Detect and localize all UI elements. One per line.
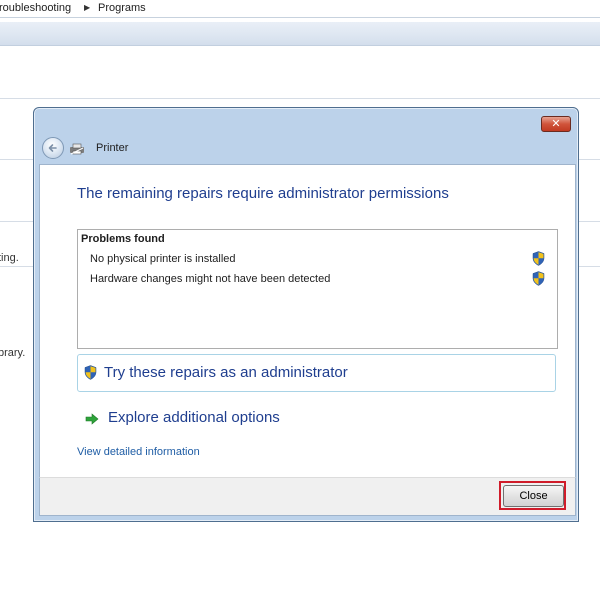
list-item: Hardware changes might not have been det… bbox=[90, 273, 331, 285]
back-button[interactable] bbox=[42, 137, 64, 159]
printer-troubleshooter-dialog: ✕ Printer The remaining repairs require … bbox=[33, 107, 579, 522]
printer-icon bbox=[70, 143, 84, 155]
list-item: No physical printer is installed bbox=[90, 253, 236, 265]
uac-shield-icon bbox=[84, 365, 97, 380]
uac-shield-icon bbox=[532, 271, 545, 286]
window-close-button[interactable]: ✕ bbox=[541, 116, 571, 132]
page-heading: The remaining repairs require administra… bbox=[77, 185, 449, 202]
dialog-title: Printer bbox=[96, 142, 129, 154]
back-arrow-icon bbox=[48, 144, 57, 152]
view-detailed-information-link[interactable]: View detailed information bbox=[77, 446, 200, 458]
breadcrumb-item-programs[interactable]: Programs bbox=[98, 0, 146, 16]
background-text: brary. bbox=[0, 347, 26, 359]
breadcrumb-item-troubleshooting[interactable]: roubleshooting bbox=[0, 0, 71, 16]
breadcrumb: roubleshooting ▶ Programs bbox=[0, 0, 600, 18]
navigation-bar: Printer bbox=[42, 137, 572, 159]
background-text: ting. bbox=[0, 252, 19, 264]
try-repairs-as-admin-button[interactable]: Try these repairs as an administrator bbox=[77, 354, 556, 392]
highlight-box bbox=[499, 481, 566, 510]
toolbar bbox=[0, 22, 600, 46]
explore-options-label: Explore additional options bbox=[108, 409, 280, 426]
divider bbox=[0, 98, 600, 99]
title-bar: ✕ bbox=[34, 108, 578, 132]
problems-list-title: Problems found bbox=[81, 233, 165, 245]
breadcrumb-separator-icon[interactable]: ▶ bbox=[84, 0, 90, 16]
explore-options-button[interactable]: Explore additional options bbox=[77, 405, 377, 431]
problems-list: Problems found No physical printer is in… bbox=[77, 229, 558, 349]
try-repairs-label: Try these repairs as an administrator bbox=[104, 364, 348, 381]
green-arrow-icon bbox=[85, 413, 99, 425]
dialog-footer: Close bbox=[39, 477, 576, 516]
content-panel: The remaining repairs require administra… bbox=[39, 164, 576, 478]
uac-shield-icon bbox=[532, 251, 545, 266]
